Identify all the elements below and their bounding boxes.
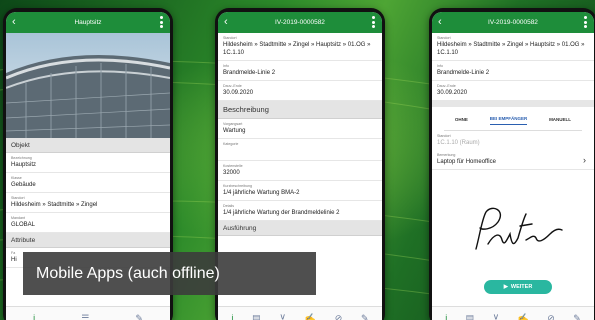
field-info: Info Brandmelde-Linie 2	[218, 61, 382, 81]
field-bezeichnung: Bezeichnung Hauptsitz	[6, 153, 170, 173]
document-icon[interactable]: ▤	[466, 313, 475, 320]
header-title: Hauptsitz	[74, 19, 102, 26]
divider	[432, 101, 594, 107]
list-icon[interactable]: ☰	[81, 313, 89, 320]
building-photo	[6, 33, 170, 138]
field-mandant: Mandant GLOBAL	[6, 213, 170, 233]
section-ausfuehrung: Ausführung	[218, 221, 382, 236]
field-kostenstelle: Kostenstelle 32000	[218, 161, 382, 181]
field-klasse: Klasse Gebäude	[6, 173, 170, 193]
cart-icon[interactable]: ⊻	[493, 313, 500, 320]
app-header: ‹ IV-2019-0000582	[432, 12, 594, 33]
info-icon[interactable]: i	[33, 313, 35, 320]
app-header: ‹ Hauptsitz	[6, 12, 170, 33]
attachment-icon[interactable]: ⊘	[547, 313, 555, 320]
field-kategorie: Kategorie	[218, 139, 382, 161]
signature-image	[475, 207, 563, 250]
edit-icon[interactable]: ✎	[573, 313, 581, 320]
field-vorgangsart: Vorgangsart Wartung	[218, 119, 382, 139]
tab-bar: i ▤ ⊻ ✍ ⊘ ✎	[432, 306, 594, 320]
header-title: IV-2019-0000582	[488, 19, 538, 26]
signature-icon[interactable]: ✍	[305, 313, 316, 320]
more-menu-icon[interactable]	[372, 16, 375, 28]
field-info: Info Brandmelde-Linie 2	[432, 61, 594, 81]
tab-bar: i ☰ ✎	[6, 306, 170, 320]
field-standort: Standort Hildesheim » Stadtmitte » Zinge…	[218, 33, 382, 61]
segment-bei-empfaenger[interactable]: BEI EMPFÄNGER	[489, 116, 528, 125]
field-standort-raum: Standort 1C.1.10 (Raum)	[437, 134, 480, 146]
attachment-icon[interactable]: ✎	[135, 313, 143, 320]
segment-manuell[interactable]: MANUELL	[549, 117, 571, 125]
field-end-date: Dauv.-Ende 30.09.2020	[218, 81, 382, 101]
field-bemerkung[interactable]: Bemerkung Laptop für Homeoffice ›	[432, 150, 594, 170]
section-beschreibung: Beschreibung	[218, 101, 382, 119]
field-standort: Standort Hildesheim » Stadtmitte » Zinge…	[6, 193, 170, 213]
delivery-segmented-control: OHNE BEI EMPFÄNGER MANUELL	[444, 111, 582, 131]
more-menu-icon[interactable]	[584, 16, 587, 28]
document-icon[interactable]: ▤	[252, 313, 261, 320]
attachment-icon[interactable]: ⊘	[335, 313, 343, 320]
section-objekt: Objekt	[6, 138, 170, 153]
caption-banner: Mobile Apps (auch offline)	[23, 252, 316, 295]
back-icon[interactable]: ‹	[224, 15, 228, 29]
phone-signature-view: ‹ IV-2019-0000582 Standort Hildesheim » …	[429, 8, 595, 320]
back-icon[interactable]: ‹	[12, 15, 16, 29]
header-title: IV-2019-0000582	[275, 19, 325, 26]
info-icon[interactable]: i	[231, 313, 233, 320]
field-details: Details 1/4 jährliche Wartung der Brandm…	[218, 201, 382, 221]
more-menu-icon[interactable]	[160, 16, 163, 28]
section-attribute: Attribute	[6, 233, 170, 248]
info-icon[interactable]: i	[445, 313, 447, 320]
segment-ohne[interactable]: OHNE	[455, 117, 468, 125]
signature-icon[interactable]: ✍	[518, 313, 529, 320]
edit-icon[interactable]: ✎	[361, 313, 369, 320]
chevron-right-icon: ›	[583, 155, 586, 165]
phone-screen: ‹ IV-2019-0000582 Standort Hildesheim » …	[432, 12, 594, 320]
cart-icon[interactable]: ⊻	[279, 313, 286, 320]
play-icon: ▶	[503, 284, 508, 290]
field-end-date: Dauv.-Ende 30.09.2020	[432, 81, 594, 101]
tab-bar: i ▤ ⊻ ✍ ⊘ ✎	[218, 306, 382, 320]
field-kurzbeschreibung: Kurzbeschreibung 1/4 jährliche Wartung B…	[218, 181, 382, 201]
app-header: ‹ IV-2019-0000582	[218, 12, 382, 33]
back-icon[interactable]: ‹	[438, 15, 442, 29]
weiter-button[interactable]: ▶ WEITER	[484, 280, 552, 294]
field-standort: Standort Hildesheim » Stadtmitte » Zinge…	[432, 33, 594, 61]
